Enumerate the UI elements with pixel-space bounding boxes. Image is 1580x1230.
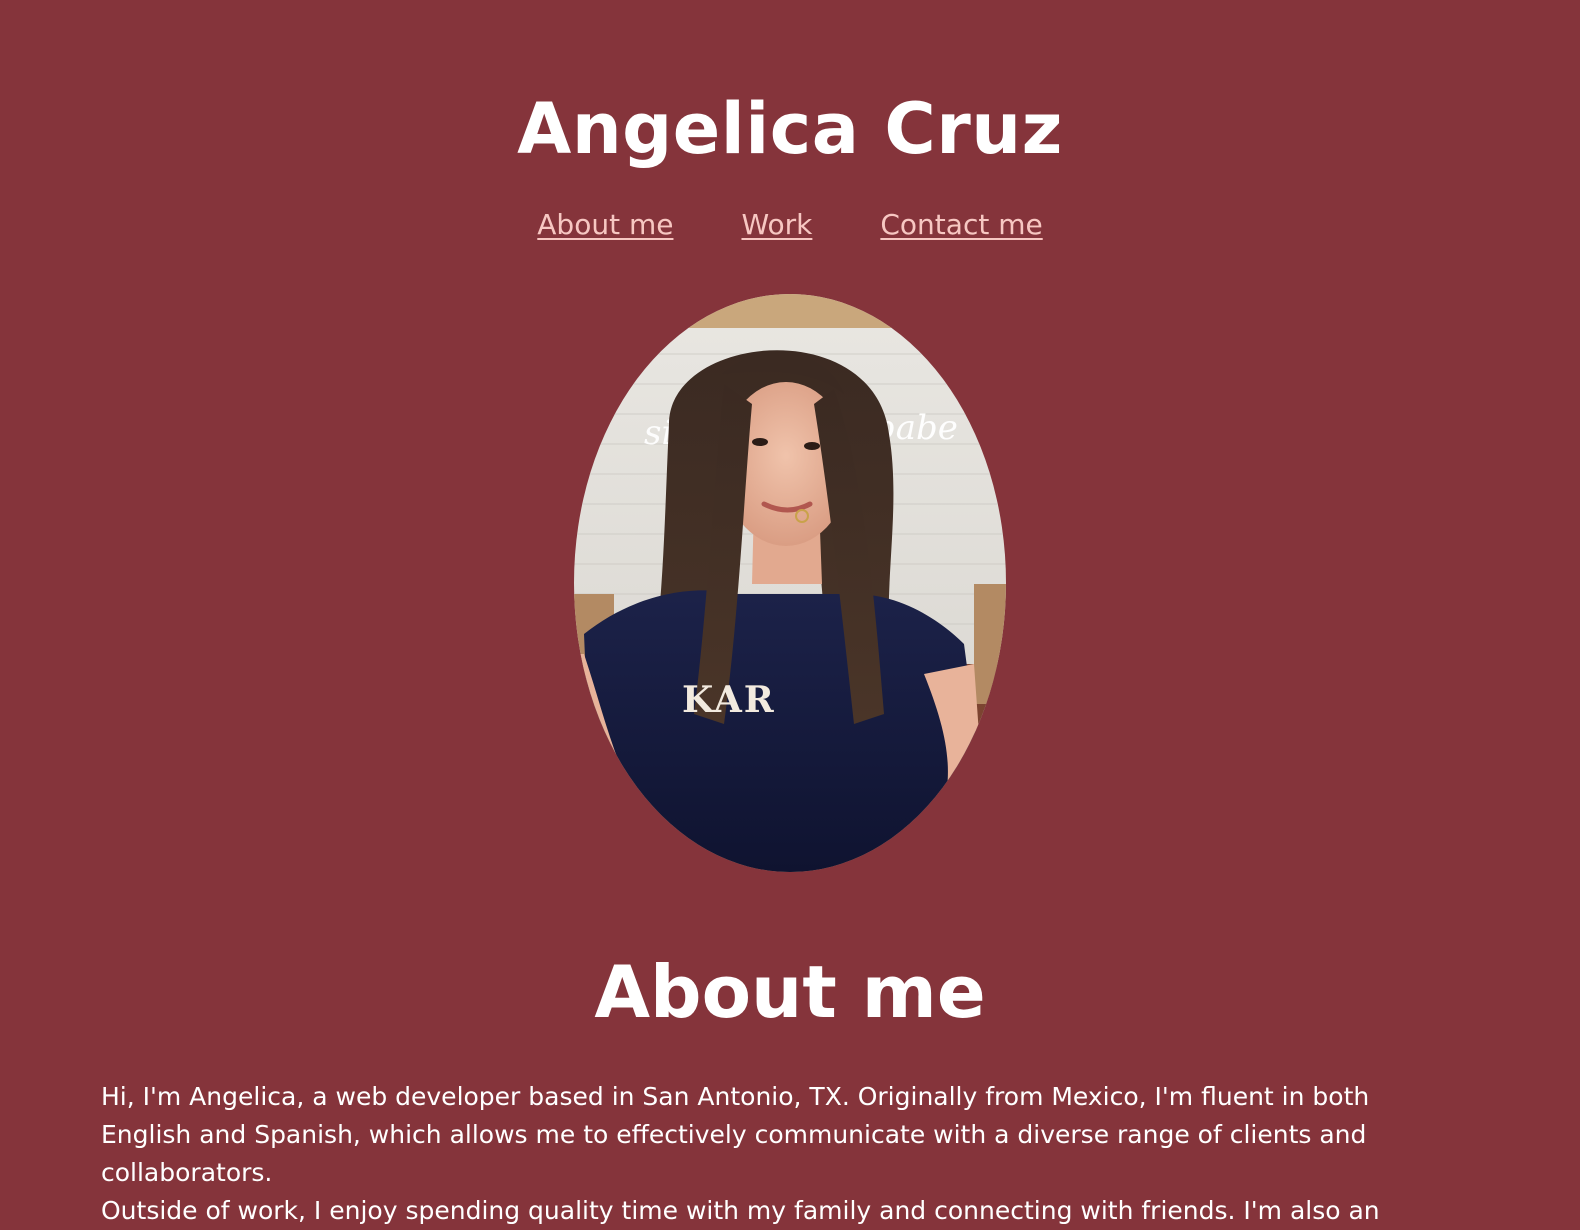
- nav-link-work[interactable]: Work: [741, 208, 812, 242]
- site-title: Angelica Cruz: [517, 88, 1063, 170]
- main-nav: About me Work Contact me: [0, 208, 1580, 242]
- nav-link-contact-me[interactable]: Contact me: [880, 208, 1042, 242]
- site-header: Angelica Cruz About me Work Contact me: [0, 0, 1580, 242]
- about-heading: About me: [594, 950, 986, 1034]
- profile-photo: sip babe: [574, 294, 1006, 872]
- svg-text:KAR: KAR: [682, 679, 776, 721]
- about-section: About me Hi, I'm Angelica, a web develop…: [0, 950, 1580, 1230]
- about-text: Hi, I'm Angelica, a web developer based …: [101, 1078, 1461, 1230]
- page: Angelica Cruz About me Work Contact me b…: [0, 0, 1580, 1230]
- portrait-image: sip babe: [574, 294, 1006, 872]
- nav-link-about-me[interactable]: About me: [537, 208, 673, 242]
- about-paragraph-2: Outside of work, I enjoy spending qualit…: [101, 1196, 1380, 1225]
- about-paragraph-1: Hi, I'm Angelica, a web developer based …: [101, 1082, 1370, 1187]
